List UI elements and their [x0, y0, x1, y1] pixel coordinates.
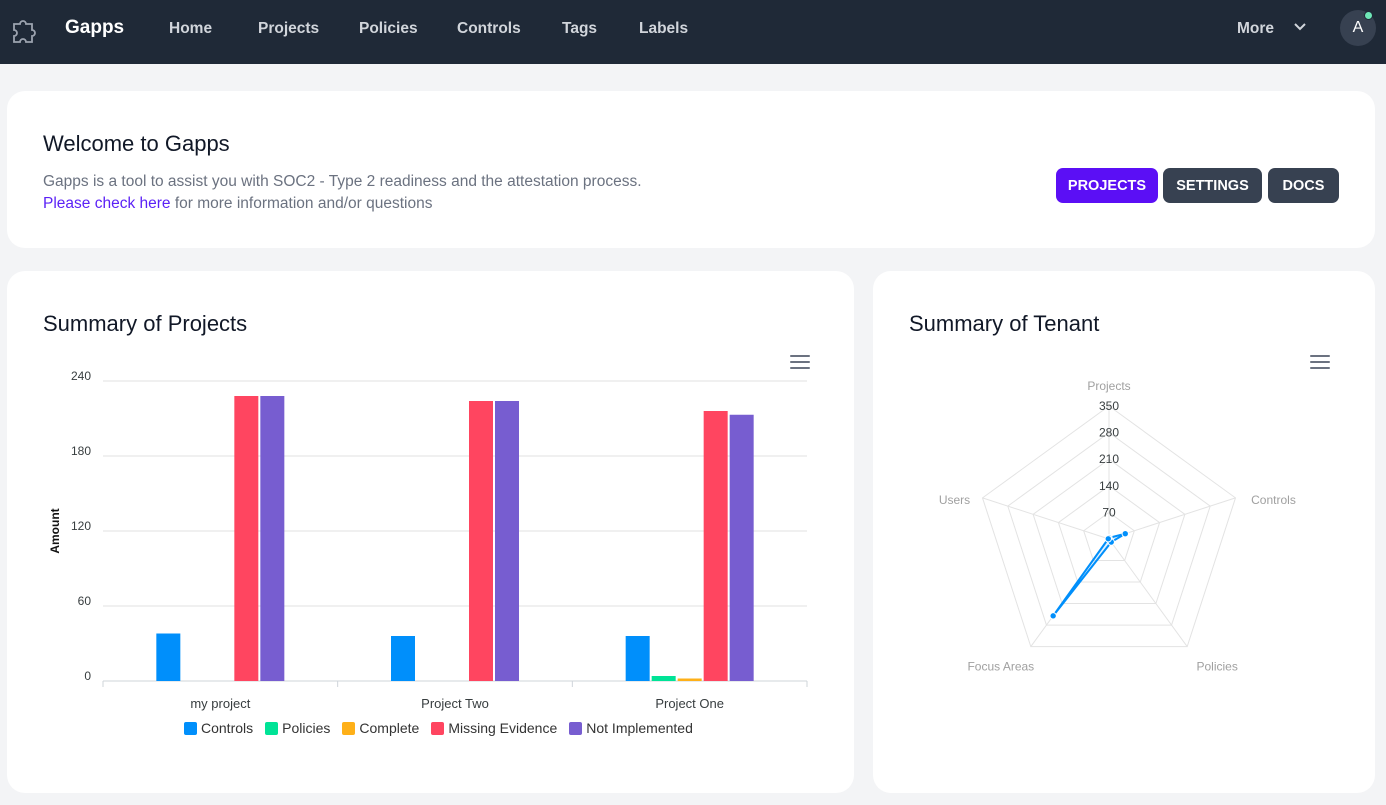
welcome-line-2-text: for more information and/or questions	[170, 195, 433, 212]
y-tick-label: 180	[71, 444, 91, 458]
top-navbar: Gapps Home Projects Policies Controls Ta…	[0, 0, 1386, 64]
bar-chart-legend: Controls Policies Complete Missing Evidence…	[184, 720, 693, 736]
bar[interactable]	[391, 636, 415, 681]
legend-label: Policies	[282, 720, 331, 736]
tenant-summary-card: Summary of Tenant 70 140 210 280 350 Projects…	[873, 271, 1375, 793]
projects-summary-card: Summary of Projects 0 60 120 180 240 Amount my…	[7, 271, 854, 793]
nav-link-controls[interactable]: Controls	[457, 20, 521, 38]
y-tick-label: 0	[84, 669, 91, 683]
nav-more-menu[interactable]: More	[1237, 20, 1274, 38]
bar[interactable]	[677, 678, 702, 682]
legend-swatch	[431, 721, 445, 735]
radar-tick-label: 280	[1099, 426, 1119, 440]
bar[interactable]	[729, 414, 754, 681]
docs-button[interactable]: DOCS	[1268, 168, 1339, 203]
legend-label: Complete	[359, 720, 420, 736]
y-axis-title: Amount	[48, 508, 62, 553]
settings-button[interactable]: SETTINGS	[1163, 168, 1262, 203]
welcome-description: Gapps is a tool to assist you with SOC2 …	[43, 171, 642, 215]
radar-tick-label: 140	[1099, 479, 1119, 493]
tenant-radar-chart: 70 140 210 280 350 Projects Controls Policies Fo…	[939, 379, 1296, 674]
bar[interactable]	[260, 396, 285, 681]
legend-label: Not Implemented	[586, 720, 693, 736]
radar-point[interactable]	[1049, 612, 1057, 620]
x-tick-label: my project	[190, 696, 250, 711]
radar-axis-label: Policies	[1196, 660, 1237, 674]
radar-axis-label: Users	[939, 493, 970, 507]
x-tick-label: Project Two	[421, 696, 489, 711]
y-tick-label: 120	[71, 519, 91, 533]
legend-label: Missing Evidence	[448, 720, 558, 736]
nav-link-labels[interactable]: Labels	[639, 20, 688, 38]
radar-axis-label: Controls	[1251, 493, 1296, 507]
online-status-dot	[1364, 11, 1373, 20]
legend-item[interactable]: Controls	[184, 720, 253, 736]
radar-spoke	[982, 497, 1110, 540]
radar-tick-label: 350	[1099, 399, 1119, 413]
x-tick-label: Project One	[655, 696, 724, 711]
legend-swatch	[342, 721, 356, 735]
bar[interactable]	[703, 411, 728, 681]
radar-point[interactable]	[1104, 535, 1112, 543]
projects-button[interactable]: PROJECTS	[1056, 168, 1158, 203]
bar[interactable]	[156, 633, 181, 682]
welcome-title: Welcome to Gapps	[43, 131, 230, 156]
help-link[interactable]: Please check here	[43, 195, 171, 212]
nav-link-tags[interactable]: Tags	[562, 20, 597, 38]
legend-swatch	[184, 721, 197, 735]
chevron-down-icon[interactable]	[1293, 20, 1307, 34]
radar-spoke	[1108, 538, 1188, 647]
projects-bar-chart: 0 60 120 180 240 Amount my project Project Two P…	[48, 369, 808, 711]
legend-label: Controls	[201, 720, 254, 736]
nav-link-policies[interactable]: Policies	[359, 20, 418, 38]
legend-swatch	[569, 721, 583, 735]
legend-item[interactable]: Not Implemented	[569, 720, 693, 736]
bar[interactable]	[651, 676, 676, 681]
puzzle-logo-icon[interactable]	[8, 12, 42, 46]
bar[interactable]	[495, 401, 519, 681]
legend-item[interactable]: Policies	[265, 720, 330, 736]
welcome-line-2: Please check here for more information a…	[43, 193, 642, 215]
y-tick-label: 240	[71, 369, 91, 383]
bar[interactable]	[469, 401, 493, 681]
nav-link-projects[interactable]: Projects	[258, 20, 319, 38]
brand-name[interactable]: Gapps	[65, 17, 124, 39]
radar-axis-label: Projects	[1087, 379, 1130, 393]
nav-link-home[interactable]: Home	[169, 20, 212, 38]
bar[interactable]	[625, 636, 650, 681]
legend-swatch	[265, 721, 279, 735]
legend-item[interactable]: Complete	[342, 720, 419, 736]
y-tick-label: 60	[78, 594, 92, 608]
radar-tick-label: 210	[1099, 452, 1119, 466]
legend-item[interactable]: Missing Evidence	[431, 720, 557, 736]
welcome-card: Welcome to Gapps Gapps is a tool to assi…	[7, 91, 1375, 248]
radar-tick-label: 70	[1102, 505, 1116, 519]
welcome-line-1: Gapps is a tool to assist you with SOC2 …	[43, 173, 642, 190]
bar[interactable]	[234, 396, 259, 681]
radar-point[interactable]	[1121, 530, 1129, 538]
radar-axis-label: Focus Areas	[967, 660, 1034, 674]
